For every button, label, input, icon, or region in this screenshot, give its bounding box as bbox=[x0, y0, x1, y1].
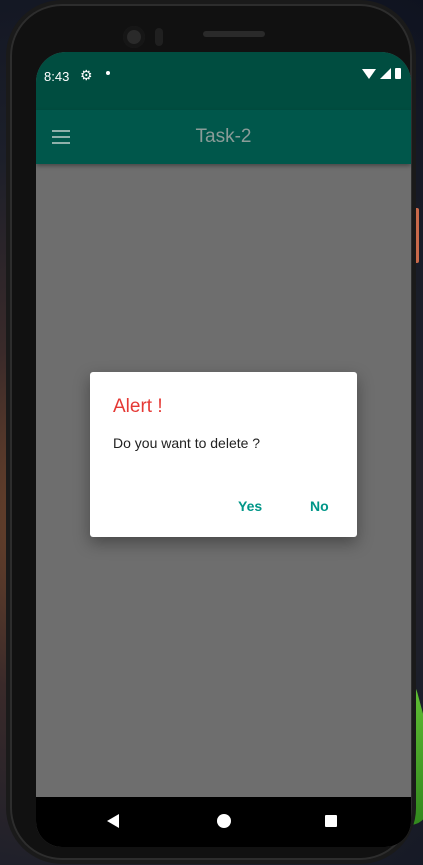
signal-icon bbox=[380, 68, 391, 79]
front-camera bbox=[123, 26, 145, 48]
recents-icon[interactable] bbox=[325, 815, 337, 827]
camera-sensor bbox=[155, 28, 163, 46]
app-title: Task-2 bbox=[195, 126, 252, 147]
status-bar: 8:43 ⚙ bbox=[36, 52, 411, 110]
status-icons bbox=[362, 68, 401, 79]
notification-dot-icon bbox=[106, 71, 110, 75]
alert-dialog: Alert ! Do you want to delete ? Yes No bbox=[90, 372, 357, 537]
yes-button[interactable]: Yes bbox=[238, 498, 262, 514]
no-button[interactable]: No bbox=[310, 498, 329, 514]
wifi-icon bbox=[362, 68, 376, 79]
dialog-title: Alert ! bbox=[113, 396, 163, 417]
phone-frame: 8:43 ⚙ Task-2 Alert ! Do you want to del… bbox=[10, 4, 412, 860]
dialog-message: Do you want to delete ? bbox=[113, 435, 261, 451]
home-icon[interactable] bbox=[217, 814, 231, 828]
phone-screen: 8:43 ⚙ Task-2 Alert ! Do you want to del… bbox=[36, 52, 411, 847]
device-side-button bbox=[414, 208, 419, 263]
earpiece-speaker bbox=[203, 31, 265, 37]
settings-icon: ⚙ bbox=[80, 67, 93, 83]
navigation-bar bbox=[36, 797, 411, 847]
status-time: 8:43 bbox=[44, 69, 70, 84]
battery-icon bbox=[395, 68, 401, 79]
app-bar: Task-2 bbox=[36, 110, 411, 164]
back-icon[interactable] bbox=[107, 814, 119, 828]
